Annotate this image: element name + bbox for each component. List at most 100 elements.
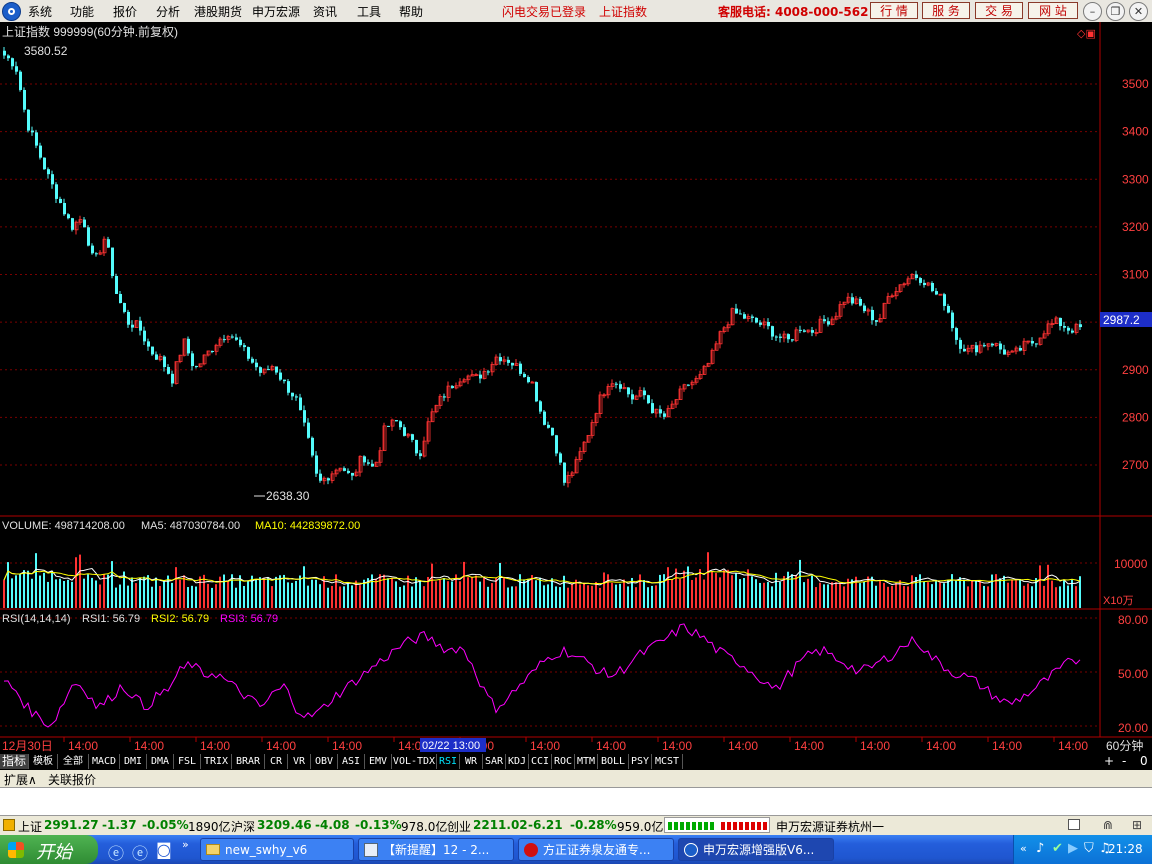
tab-roc[interactable]: ROC	[552, 754, 575, 769]
sh-value: 2991.27	[44, 818, 99, 832]
status-window-icon[interactable]	[1068, 819, 1080, 830]
volume-bar	[983, 585, 985, 608]
chart-canvas[interactable]: 350034003300320031003000290028002700 上证指…	[0, 22, 1152, 753]
quicklaunch-more-icon[interactable]: »	[182, 838, 189, 851]
tray-show-hidden-icon[interactable]: «	[1020, 842, 1027, 855]
tab-mcst[interactable]: MCST	[652, 754, 683, 769]
menu-system[interactable]: 系统	[28, 3, 52, 20]
tab-cci[interactable]: CCI	[529, 754, 552, 769]
minimize-icon[interactable]: –	[1083, 2, 1102, 21]
menu-tools[interactable]: 工具	[357, 3, 381, 20]
menu-analysis[interactable]: 分析	[156, 3, 180, 20]
tab-cr[interactable]: CR	[265, 754, 288, 769]
time-label: 14:00	[1058, 739, 1088, 753]
service-button[interactable]: 服 务	[922, 2, 970, 19]
tab-kdj[interactable]: KDJ	[506, 754, 529, 769]
candle-body	[539, 401, 542, 412]
tab-全部[interactable]: 全部	[58, 754, 89, 769]
quicklaunch-ie2-icon[interactable]: ⓔ	[132, 840, 148, 864]
tray-update-icon[interactable]: ✔	[1052, 841, 1063, 856]
tab-模板[interactable]: 模板	[29, 754, 58, 769]
tab-vol-tdx[interactable]: VOL-TDX	[392, 754, 437, 769]
tray-app-icon[interactable]: ♪	[1036, 841, 1044, 856]
close-icon[interactable]: ✕	[1129, 2, 1148, 21]
quicklaunch-app-icon[interactable]: ◙	[156, 840, 172, 859]
candle-body	[307, 422, 310, 438]
menu-news[interactable]: 资讯	[313, 3, 337, 20]
expand-tab[interactable]: 扩展∧	[4, 771, 37, 788]
volume-bar	[267, 577, 269, 608]
rsi-y-tick-50: 50.00	[1118, 667, 1148, 681]
tab-remove-button[interactable]: -	[1122, 754, 1126, 768]
volume-bar	[203, 574, 205, 608]
menu-function[interactable]: 功能	[70, 3, 94, 20]
tab-reset-button[interactable]: 0	[1140, 754, 1148, 768]
menu-help[interactable]: 帮助	[399, 3, 423, 20]
trade-button[interactable]: 交 易	[975, 2, 1023, 19]
tab-psy[interactable]: PSY	[629, 754, 652, 769]
candle-body	[11, 58, 14, 67]
status-lock-icon[interactable]	[3, 819, 15, 831]
tab-trix[interactable]: TRIX	[201, 754, 232, 769]
tab-brar[interactable]: BRAR	[232, 754, 265, 769]
candle-body	[499, 357, 502, 362]
app-logo-icon[interactable]	[2, 2, 21, 21]
chart-corner-icons[interactable]: ◇▣	[1077, 27, 1096, 40]
menu-quote[interactable]: 报价	[113, 3, 137, 20]
tab-emv[interactable]: EMV	[365, 754, 392, 769]
tab-asi[interactable]: ASI	[338, 754, 365, 769]
tray-security-icon[interactable]: ⛉	[1084, 841, 1094, 856]
taskbar-item-swhy[interactable]: 申万宏源增强版V6...	[678, 838, 834, 861]
taskbar-item-folder[interactable]: new_swhy_v6	[200, 838, 354, 861]
volume-bar	[47, 581, 49, 608]
period-label[interactable]: 60分钟	[1106, 738, 1143, 753]
tab-add-button[interactable]: +	[1104, 754, 1114, 768]
taskbar-item-reminder[interactable]: 【新提醒】12 - 2...	[358, 838, 514, 861]
candle-body	[799, 329, 802, 331]
tab-dma[interactable]: DMA	[147, 754, 174, 769]
tab-mtm[interactable]: MTM	[575, 754, 598, 769]
volume-bar	[643, 580, 645, 608]
candle-body	[411, 434, 414, 440]
volume-bar	[483, 577, 485, 608]
volume-bar	[959, 577, 961, 608]
volume-bar	[1051, 580, 1053, 608]
candle-body	[387, 425, 390, 427]
tab-vr[interactable]: VR	[288, 754, 311, 769]
tray-network-icon[interactable]: ▶	[1068, 841, 1078, 856]
volume-bar	[839, 583, 841, 608]
tab-sar[interactable]: SAR	[483, 754, 506, 769]
taskbar-item-founder[interactable]: 方正证券泉友通专...	[518, 838, 674, 861]
volume-bar	[347, 583, 349, 608]
volume-bar	[739, 579, 741, 608]
quote-button[interactable]: 行 情	[870, 2, 918, 19]
candle-body	[275, 366, 278, 373]
status-link-icon[interactable]: ⊞	[1132, 818, 1142, 832]
tab-dmi[interactable]: DMI	[120, 754, 147, 769]
candle-body	[15, 66, 18, 72]
candle-body	[875, 320, 878, 322]
menu-hk-futures[interactable]: 港股期货	[194, 3, 242, 20]
candle-body	[295, 396, 298, 398]
website-button[interactable]: 网 站	[1028, 2, 1078, 19]
restore-icon[interactable]: ❐	[1106, 2, 1125, 21]
tab-obv[interactable]: OBV	[311, 754, 338, 769]
volume-bar	[3, 580, 5, 608]
tab-rsi[interactable]: RSI	[437, 754, 460, 769]
candle-body	[279, 372, 282, 380]
volume-bar	[259, 577, 261, 608]
tab-macd[interactable]: MACD	[89, 754, 120, 769]
volume-bar	[995, 574, 997, 608]
tab-fsl[interactable]: FSL	[174, 754, 201, 769]
tab-指标[interactable]: 指标	[0, 754, 29, 769]
volume-bar	[615, 584, 617, 608]
tab-wr[interactable]: WR	[460, 754, 483, 769]
menu-swhy[interactable]: 申万宏源	[252, 3, 300, 20]
tab-boll[interactable]: BOLL	[598, 754, 629, 769]
quicklaunch-ie-icon[interactable]: ⓔ	[108, 840, 124, 864]
sub-tab-strip: 扩展∧ 关联报价	[0, 770, 1152, 788]
volume-bar	[735, 573, 737, 608]
status-signal-icon[interactable]: ⋒	[1103, 818, 1113, 832]
index-notice[interactable]: 上证指数	[599, 3, 647, 20]
related-quotes-tab[interactable]: 关联报价	[48, 771, 96, 788]
